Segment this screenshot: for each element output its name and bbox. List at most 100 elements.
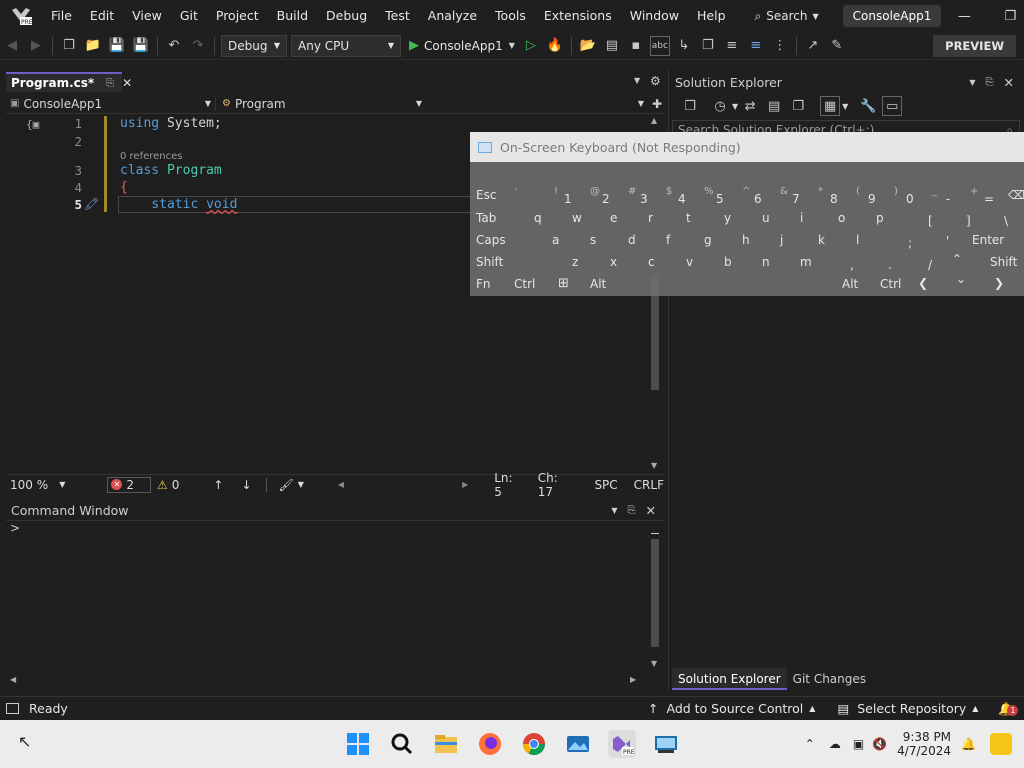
key-x[interactable]: x (610, 255, 617, 269)
key-enter[interactable]: Enter (972, 233, 1004, 247)
key-left-shift[interactable]: Shift (476, 255, 503, 269)
menu-view[interactable]: View (123, 0, 171, 32)
line-ending[interactable]: CRLF (634, 478, 664, 492)
clock[interactable]: 9:38 PM 4/7/2024 (897, 730, 951, 758)
next-issue-icon[interactable]: ↓ (241, 478, 251, 492)
scroll-down-icon[interactable]: ▼ (651, 659, 657, 668)
add-to-source-control-button[interactable]: ↑ Add to Source Control ▲ (648, 701, 815, 716)
key-2[interactable]: 2 (602, 192, 610, 206)
windows-start-icon[interactable] (344, 730, 372, 758)
save-icon[interactable]: 💾 (107, 36, 127, 56)
close-icon[interactable]: ✕ (122, 76, 132, 90)
notifications-button[interactable]: 🔔 1 (998, 701, 1019, 717)
key-h[interactable]: h (742, 233, 750, 247)
preview-button[interactable]: PREVIEW (933, 34, 1016, 57)
menu-test[interactable]: Test (376, 0, 419, 32)
filter-icon[interactable]: ▦ (820, 96, 841, 116)
search-button[interactable]: ⌕ Search ▼ (749, 9, 825, 24)
file-explorer-icon[interactable] (432, 730, 460, 758)
firefox-icon[interactable] (476, 730, 504, 758)
step-icon[interactable]: ↳ (674, 36, 694, 56)
key-right-shift[interactable]: Shift (990, 255, 1017, 269)
windows-key-icon[interactable]: ⊞ (558, 276, 569, 291)
command-vertical-scrollbar[interactable]: ▼ (648, 521, 662, 671)
key-minus[interactable]: - (946, 192, 950, 206)
key-o[interactable]: o (838, 211, 845, 225)
key-0[interactable]: 0 (906, 192, 914, 206)
key-3[interactable]: 3 (640, 192, 648, 206)
start-debugging-button[interactable]: ▶ ConsoleApp1 ▼ (409, 38, 515, 53)
chevron-down-icon[interactable]: ▼ (611, 506, 617, 515)
whitespace-mode[interactable]: SPC (594, 478, 617, 492)
on-screen-keyboard-taskbar-icon[interactable] (652, 730, 680, 758)
layout-extra-icon[interactable]: ▪ (626, 36, 646, 56)
share-icon[interactable]: ↗ (803, 36, 823, 56)
scroll-right-icon[interactable]: ▶ (462, 480, 468, 489)
key-close-bracket[interactable]: ] (966, 214, 971, 228)
key-g[interactable]: g (704, 233, 712, 247)
key-backslash[interactable]: \ (1004, 214, 1008, 228)
copilot-preview-icon[interactable] (990, 733, 1012, 755)
properties-wrench-icon[interactable]: 🔧 (858, 96, 878, 116)
chevron-down-icon[interactable]: ▼ (732, 102, 738, 111)
menu-project[interactable]: Project (207, 0, 268, 32)
quick-actions-icon[interactable]: 🖍 (84, 197, 99, 211)
menu-extensions[interactable]: Extensions (535, 0, 621, 32)
scrollbar-thumb[interactable] (651, 539, 659, 647)
member-dropdown[interactable]: ▼ (426, 99, 664, 108)
visual-studio-preview-icon[interactable]: PRE (608, 730, 636, 758)
key-i[interactable]: i (800, 211, 803, 225)
photos-icon[interactable] (564, 730, 592, 758)
start-without-debugging-icon[interactable]: ▷ (521, 36, 541, 56)
key-5[interactable]: 5 (716, 192, 724, 206)
key-comma[interactable]: , (850, 258, 854, 272)
menu-help[interactable]: Help (688, 0, 735, 32)
key-w[interactable]: w (572, 211, 582, 225)
key-s[interactable]: s (590, 233, 596, 247)
key-y[interactable]: y (724, 211, 731, 225)
command-window-body[interactable]: > ▼ ◀ ▶ (6, 520, 664, 688)
hot-reload-icon[interactable]: 🔥 (545, 36, 565, 56)
outline-collapse-icon[interactable]: {▣ (26, 118, 39, 131)
minimize-icon[interactable]: — (941, 9, 987, 24)
key-right-alt[interactable]: Alt (842, 277, 858, 291)
key-period[interactable]: . (888, 258, 892, 272)
key-f[interactable]: f (666, 233, 670, 247)
key-a[interactable]: a (552, 233, 559, 247)
key-slash[interactable]: / (928, 258, 932, 272)
key-m[interactable]: m (800, 255, 812, 269)
key-caps[interactable]: Caps (476, 233, 506, 247)
new-project-icon[interactable]: ❐ (59, 36, 79, 56)
pin-icon[interactable]: ⎘ (986, 77, 994, 88)
menu-git[interactable]: Git (171, 0, 207, 32)
feedback-icon[interactable]: ✎ (827, 36, 847, 56)
scroll-up-icon[interactable] (651, 533, 659, 534)
char-position[interactable]: Ch: 17 (538, 471, 577, 499)
collapse-all-icon[interactable]: ▤ (764, 96, 784, 116)
key-semicolon[interactable]: ; (908, 236, 912, 250)
key-n[interactable]: n (762, 255, 770, 269)
browse-icon[interactable]: 📂 (578, 36, 598, 56)
back-icon[interactable]: ◀ (2, 36, 22, 56)
scroll-right-icon[interactable]: ▶ (630, 675, 636, 684)
open-folder-icon[interactable]: 📁 (83, 36, 103, 56)
network-icon[interactable]: ☁ (829, 737, 841, 751)
arrow-left-icon[interactable]: ❮ (918, 276, 928, 290)
sync-icon[interactable]: ❐ (680, 96, 700, 116)
key-c[interactable]: c (648, 255, 655, 269)
layout-icon[interactable]: ▤ (602, 36, 622, 56)
key-1[interactable]: 1 (564, 192, 572, 206)
key-tab[interactable]: Tab (476, 211, 496, 225)
output-icon[interactable] (6, 703, 19, 714)
undo-icon[interactable]: ↶ (164, 36, 184, 56)
error-count-button[interactable]: ✕ 2 (107, 476, 152, 493)
scroll-left-icon[interactable]: ◀ (338, 480, 344, 489)
history-icon[interactable]: ◷ (710, 96, 730, 116)
code-cleanup-icon[interactable]: 🖌 (279, 478, 294, 492)
chevron-down-icon[interactable]: ▼ (842, 102, 848, 111)
menu-window[interactable]: Window (621, 0, 688, 32)
tab-solution-explorer[interactable]: Solution Explorer (672, 668, 787, 690)
key-p[interactable]: p (876, 211, 884, 225)
key-open-bracket[interactable]: [ (928, 214, 933, 228)
codelens-references[interactable]: 0 references (120, 151, 183, 162)
